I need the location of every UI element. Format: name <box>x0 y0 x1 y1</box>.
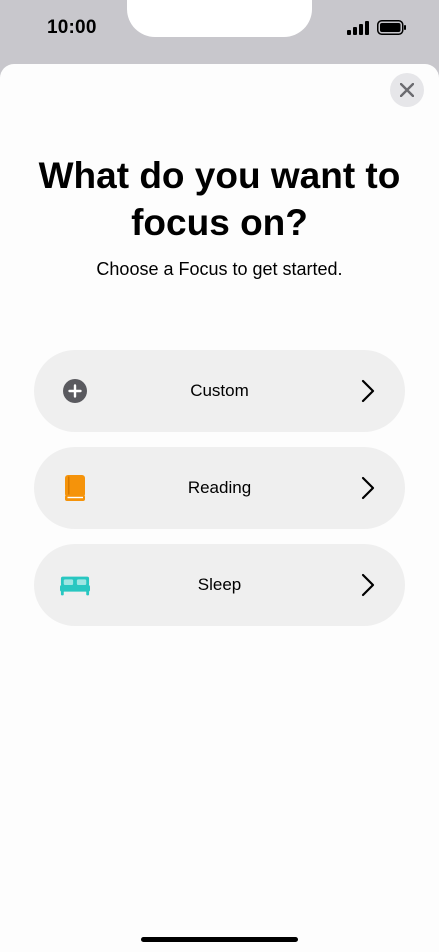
option-custom[interactable]: Custom <box>34 350 405 432</box>
chevron-right-icon <box>361 476 375 500</box>
close-icon <box>400 83 414 97</box>
status-time: 10:00 <box>47 17 97 38</box>
home-indicator[interactable] <box>141 937 298 942</box>
signal-icon <box>347 20 369 35</box>
status-icons <box>347 20 407 35</box>
page-subtitle: Choose a Focus to get started. <box>96 259 343 279</box>
status-bar: 10:00 <box>0 0 439 62</box>
close-button[interactable] <box>390 73 424 107</box>
option-reading[interactable]: Reading <box>34 447 405 529</box>
page-title: What do you want to focus on? <box>38 155 401 243</box>
chevron-right-icon <box>361 379 375 403</box>
option-sleep[interactable]: Sleep <box>34 544 405 626</box>
option-label: Reading <box>187 478 252 497</box>
chevron-right-icon <box>361 573 375 597</box>
battery-icon <box>377 20 406 35</box>
notch <box>127 0 312 37</box>
option-label: Custom <box>190 381 249 400</box>
option-label: Sleep <box>197 575 242 594</box>
